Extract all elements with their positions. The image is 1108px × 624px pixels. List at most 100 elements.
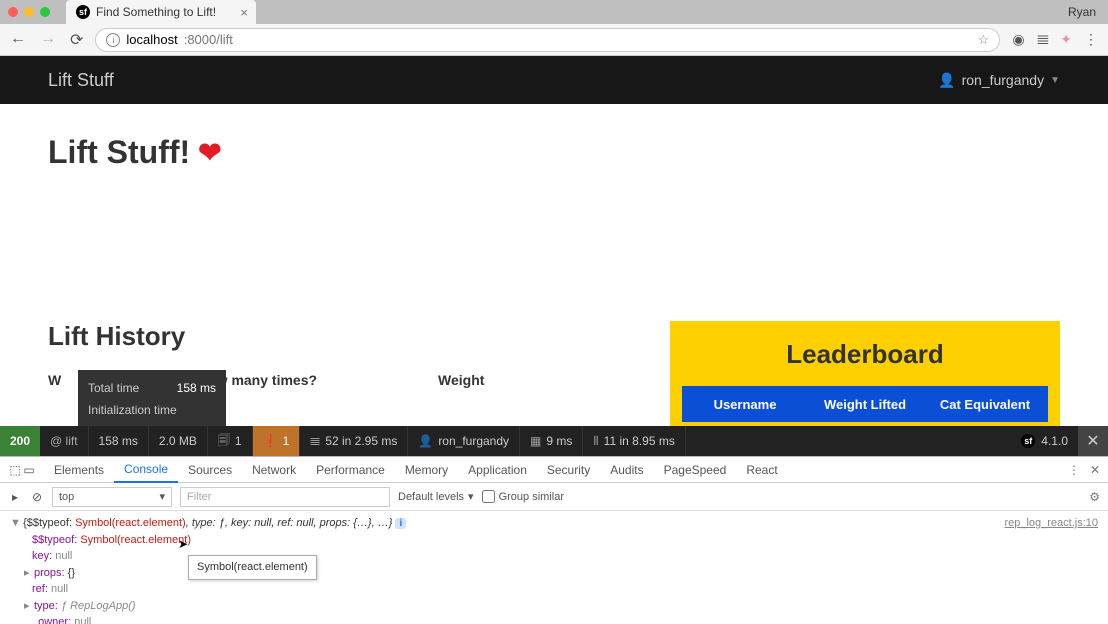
sf-status[interactable]: 200 <box>0 426 40 456</box>
source-link[interactable]: rep_log_react.js:10 <box>1004 515 1098 532</box>
log-line[interactable]: key: null <box>10 548 1098 565</box>
group-similar-toggle[interactable]: Group similar <box>482 490 564 503</box>
sf-user[interactable]: 👤ron_furgandy <box>408 426 520 456</box>
log-line[interactable]: ▸type: ƒ RepLogApp() <box>10 598 1098 615</box>
brand-label[interactable]: Lift Stuff <box>48 70 114 91</box>
user-icon: 👤 <box>938 72 955 89</box>
tt-init-value: 45 ms <box>183 421 216 426</box>
database-icon: ≣ <box>310 434 320 448</box>
address-bar[interactable]: i localhost:8000/lift ☆ <box>95 28 1000 52</box>
address-toolbar: ← → ⟳ i localhost:8000/lift ☆ ◉ ≣ ✦ ⋮ <box>0 24 1108 56</box>
stack-icon: ⦀ <box>593 434 598 449</box>
sf-memory[interactable]: 2.0 MB <box>149 426 208 456</box>
lb-col-username: Username <box>685 397 805 412</box>
log-line[interactable]: ▼ {$$typeof: Symbol(react.element), type… <box>10 515 1098 532</box>
sf-forms[interactable]: 🗐1 <box>208 426 253 456</box>
tab-application[interactable]: Application <box>458 457 537 483</box>
minimize-window-icon[interactable] <box>24 7 34 17</box>
console-settings-icon[interactable]: ⚙ <box>1089 490 1100 504</box>
console-toolbar: ▸ ⊘ top ▾ Filter Default levels ▾ Group s… <box>0 483 1108 511</box>
tt-init-label: Initialization time <box>88 403 177 417</box>
console-sidebar-icon[interactable]: ▸ <box>8 490 22 504</box>
lb-col-cat: Cat Equivalent <box>925 397 1045 412</box>
chevron-down-icon: ▾ <box>159 490 165 503</box>
tab-title: Find Something to Lift! <box>96 5 216 19</box>
sf-version[interactable]: sf4.1.0 <box>1011 426 1078 456</box>
execution-context-select[interactable]: top ▾ <box>52 487 172 507</box>
console-output[interactable]: rep_log_react.js:10 ▼ {$$typeof: Symbol(… <box>0 511 1108 624</box>
user-icon: 👤 <box>418 434 433 448</box>
sf-db[interactable]: ≣52 in 2.95 ms <box>300 426 408 456</box>
devtools-close-icon[interactable]: ✕ <box>1090 463 1100 477</box>
log-levels-select[interactable]: Default levels ▾ <box>398 490 474 503</box>
hover-tooltip: Symbol(react.element) <box>188 555 317 580</box>
history-heading: Lift History <box>48 321 640 352</box>
tab-react[interactable]: React <box>736 457 787 483</box>
leaderboard-title: Leaderboard <box>682 339 1048 370</box>
devtools-menu-icon[interactable]: ⋮ <box>1068 463 1080 477</box>
inspect-icon[interactable]: ⬚ <box>8 463 22 477</box>
sf-warnings[interactable]: ❗1 <box>253 426 301 456</box>
sf-time[interactable]: 158 ms <box>89 426 149 456</box>
tab-network[interactable]: Network <box>242 457 306 483</box>
lb-col-weight: Weight Lifted <box>805 397 925 412</box>
twig-icon: ▦ <box>530 434 541 448</box>
warning-icon: ❗ <box>263 434 278 448</box>
info-badge-icon[interactable]: i <box>395 518 406 529</box>
close-window-icon[interactable] <box>8 7 18 17</box>
maximize-window-icon[interactable] <box>40 7 50 17</box>
user-menu[interactable]: 👤 ron_furgandy ▼ <box>938 72 1060 89</box>
tab-sources[interactable]: Sources <box>178 457 242 483</box>
col-weight: Weight <box>438 372 640 388</box>
forward-button[interactable]: → <box>40 30 56 50</box>
chevron-down-icon: ▾ <box>468 490 474 503</box>
log-line[interactable]: ▸props: {} <box>10 565 1098 582</box>
sf-twig[interactable]: ▦9 ms <box>520 426 583 456</box>
browser-menu-icon[interactable]: ⋮ <box>1084 31 1098 48</box>
sf-other[interactable]: ⦀11 in 8.95 ms <box>583 426 685 456</box>
tt-total-value: 158 ms <box>177 378 216 400</box>
log-line[interactable]: ref: null <box>10 581 1098 598</box>
log-line[interactable]: $$typeof: Symbol(react.element) <box>10 532 1098 549</box>
window-controls[interactable] <box>8 7 50 17</box>
leaderboard-panel: Leaderboard Username Weight Lifted Cat E… <box>670 321 1060 426</box>
app-navbar: Lift Stuff 👤 ron_furgandy ▼ <box>0 56 1108 104</box>
sf-route[interactable]: @ lift <box>40 426 89 456</box>
bookmark-icon[interactable]: ☆ <box>978 32 990 48</box>
browser-tabstrip: sf Find Something to Lift! × Ryan <box>0 0 1108 24</box>
caret-down-icon: ▼ <box>1050 75 1060 86</box>
extension-icon[interactable]: ◉ <box>1012 31 1024 48</box>
devtools-panel: ⬚ ▭ Elements Console Sources Network Per… <box>0 456 1108 624</box>
context-label: top <box>59 491 74 503</box>
sf-time-tooltip: Total time 158 ms Initialization time 45 m… <box>78 370 226 426</box>
tab-memory[interactable]: Memory <box>395 457 458 483</box>
extension-icon[interactable]: ✦ <box>1060 31 1072 48</box>
group-checkbox[interactable] <box>482 490 495 503</box>
page-title: Lift Stuff! ❤ <box>48 134 1060 171</box>
favicon-icon: sf <box>76 5 90 19</box>
tab-console[interactable]: Console <box>114 457 178 483</box>
tab-security[interactable]: Security <box>537 457 600 483</box>
extension-icon[interactable]: ≣ <box>1037 31 1049 48</box>
device-icon[interactable]: ▭ <box>22 463 36 477</box>
tt-total-label: Total time <box>88 381 139 395</box>
browser-tab[interactable]: sf Find Something to Lift! × <box>66 0 256 24</box>
devtools-tabs: ⬚ ▭ Elements Console Sources Network Per… <box>0 457 1108 483</box>
tab-pagespeed[interactable]: PageSpeed <box>654 457 737 483</box>
os-user-label: Ryan <box>1068 5 1096 19</box>
back-button[interactable]: ← <box>10 30 26 50</box>
reload-button[interactable]: ⟳ <box>70 30 83 50</box>
url-path: :8000/lift <box>184 32 233 47</box>
site-info-icon[interactable]: i <box>106 33 120 47</box>
sf-close-button[interactable]: ✕ <box>1078 426 1108 456</box>
clipboard-icon: 🗐 <box>218 431 230 452</box>
clear-console-icon[interactable]: ⊘ <box>30 490 44 504</box>
tab-elements[interactable]: Elements <box>44 457 114 483</box>
heart-icon: ❤ <box>198 136 221 169</box>
console-filter-input[interactable]: Filter <box>180 487 390 507</box>
close-tab-icon[interactable]: × <box>240 5 248 20</box>
tab-performance[interactable]: Performance <box>306 457 395 483</box>
tab-audits[interactable]: Audits <box>600 457 653 483</box>
user-menu-label: ron_furgandy <box>962 72 1045 88</box>
log-line[interactable]: _owner: null <box>10 614 1098 624</box>
